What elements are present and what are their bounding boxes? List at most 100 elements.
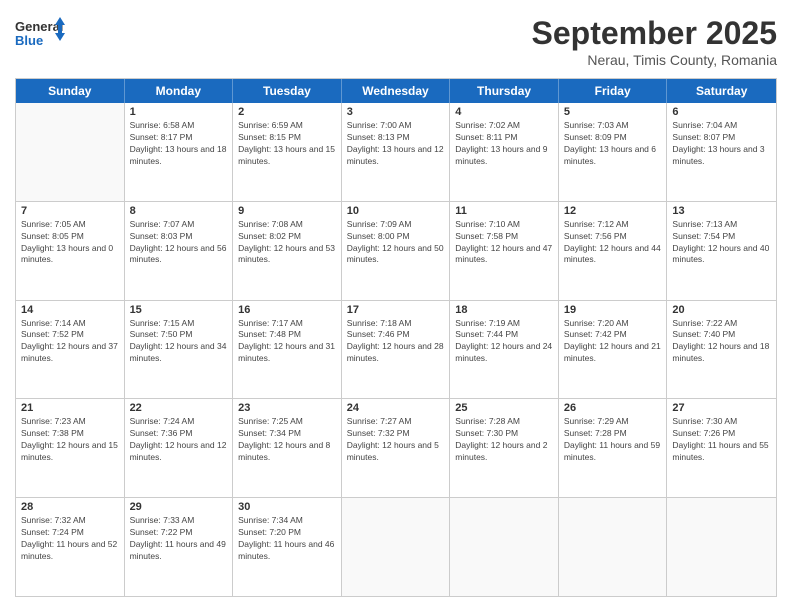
calendar-cell: 14 Sunrise: 7:14 AM Sunset: 7:52 PM Dayl… <box>16 301 125 399</box>
subtitle: Nerau, Timis County, Romania <box>532 52 777 68</box>
day-info: Sunrise: 7:02 AM Sunset: 8:11 PM Dayligh… <box>455 120 553 168</box>
header: General Blue September 2025 Nerau, Timis… <box>15 15 777 68</box>
calendar-cell: 17 Sunrise: 7:18 AM Sunset: 7:46 PM Dayl… <box>342 301 451 399</box>
day-number: 8 <box>130 205 228 217</box>
day-info: Sunrise: 7:20 AM Sunset: 7:42 PM Dayligh… <box>564 318 662 366</box>
day-number: 9 <box>238 205 336 217</box>
calendar-cell: 19 Sunrise: 7:20 AM Sunset: 7:42 PM Dayl… <box>559 301 668 399</box>
calendar-cell: 23 Sunrise: 7:25 AM Sunset: 7:34 PM Dayl… <box>233 399 342 497</box>
calendar-cell: 9 Sunrise: 7:08 AM Sunset: 8:02 PM Dayli… <box>233 202 342 300</box>
day-number: 16 <box>238 304 336 316</box>
day-number: 23 <box>238 402 336 414</box>
day-info: Sunrise: 7:17 AM Sunset: 7:48 PM Dayligh… <box>238 318 336 366</box>
calendar-cell <box>16 103 125 201</box>
calendar-cell: 21 Sunrise: 7:23 AM Sunset: 7:38 PM Dayl… <box>16 399 125 497</box>
title-section: September 2025 Nerau, Timis County, Roma… <box>532 15 777 68</box>
day-info: Sunrise: 7:32 AM Sunset: 7:24 PM Dayligh… <box>21 515 119 563</box>
day-number: 14 <box>21 304 119 316</box>
header-day-wednesday: Wednesday <box>342 79 451 103</box>
day-info: Sunrise: 7:19 AM Sunset: 7:44 PM Dayligh… <box>455 318 553 366</box>
day-info: Sunrise: 7:09 AM Sunset: 8:00 PM Dayligh… <box>347 219 445 267</box>
calendar-cell: 18 Sunrise: 7:19 AM Sunset: 7:44 PM Dayl… <box>450 301 559 399</box>
calendar-cell: 11 Sunrise: 7:10 AM Sunset: 7:58 PM Dayl… <box>450 202 559 300</box>
calendar-header: SundayMondayTuesdayWednesdayThursdayFrid… <box>16 79 776 103</box>
calendar-cell: 20 Sunrise: 7:22 AM Sunset: 7:40 PM Dayl… <box>667 301 776 399</box>
calendar-cell: 13 Sunrise: 7:13 AM Sunset: 7:54 PM Dayl… <box>667 202 776 300</box>
day-number: 1 <box>130 106 228 118</box>
day-number: 5 <box>564 106 662 118</box>
day-number: 30 <box>238 501 336 513</box>
calendar-cell: 28 Sunrise: 7:32 AM Sunset: 7:24 PM Dayl… <box>16 498 125 596</box>
day-info: Sunrise: 7:00 AM Sunset: 8:13 PM Dayligh… <box>347 120 445 168</box>
page: General Blue September 2025 Nerau, Timis… <box>0 0 792 612</box>
header-day-sunday: Sunday <box>16 79 125 103</box>
day-info: Sunrise: 7:30 AM Sunset: 7:26 PM Dayligh… <box>672 416 771 464</box>
calendar-cell <box>559 498 668 596</box>
day-number: 4 <box>455 106 553 118</box>
day-info: Sunrise: 7:27 AM Sunset: 7:32 PM Dayligh… <box>347 416 445 464</box>
calendar-cell: 25 Sunrise: 7:28 AM Sunset: 7:30 PM Dayl… <box>450 399 559 497</box>
calendar-cell <box>342 498 451 596</box>
month-title: September 2025 <box>532 15 777 52</box>
day-number: 13 <box>672 205 771 217</box>
day-number: 26 <box>564 402 662 414</box>
day-info: Sunrise: 7:18 AM Sunset: 7:46 PM Dayligh… <box>347 318 445 366</box>
day-number: 19 <box>564 304 662 316</box>
day-number: 27 <box>672 402 771 414</box>
day-number: 29 <box>130 501 228 513</box>
day-info: Sunrise: 7:22 AM Sunset: 7:40 PM Dayligh… <box>672 318 771 366</box>
day-info: Sunrise: 7:05 AM Sunset: 8:05 PM Dayligh… <box>21 219 119 267</box>
calendar-week-1: 1 Sunrise: 6:58 AM Sunset: 8:17 PM Dayli… <box>16 103 776 202</box>
day-number: 6 <box>672 106 771 118</box>
header-day-friday: Friday <box>559 79 668 103</box>
day-number: 18 <box>455 304 553 316</box>
calendar-cell: 15 Sunrise: 7:15 AM Sunset: 7:50 PM Dayl… <box>125 301 234 399</box>
calendar-cell: 22 Sunrise: 7:24 AM Sunset: 7:36 PM Dayl… <box>125 399 234 497</box>
day-number: 15 <box>130 304 228 316</box>
day-number: 28 <box>21 501 119 513</box>
day-info: Sunrise: 7:23 AM Sunset: 7:38 PM Dayligh… <box>21 416 119 464</box>
calendar-cell <box>450 498 559 596</box>
calendar-cell: 10 Sunrise: 7:09 AM Sunset: 8:00 PM Dayl… <box>342 202 451 300</box>
header-day-thursday: Thursday <box>450 79 559 103</box>
day-info: Sunrise: 7:04 AM Sunset: 8:07 PM Dayligh… <box>672 120 771 168</box>
day-info: Sunrise: 7:13 AM Sunset: 7:54 PM Dayligh… <box>672 219 771 267</box>
day-info: Sunrise: 7:10 AM Sunset: 7:58 PM Dayligh… <box>455 219 553 267</box>
calendar-cell: 30 Sunrise: 7:34 AM Sunset: 7:20 PM Dayl… <box>233 498 342 596</box>
calendar-cell: 1 Sunrise: 6:58 AM Sunset: 8:17 PM Dayli… <box>125 103 234 201</box>
header-day-tuesday: Tuesday <box>233 79 342 103</box>
calendar-cell: 16 Sunrise: 7:17 AM Sunset: 7:48 PM Dayl… <box>233 301 342 399</box>
logo: General Blue <box>15 15 65 55</box>
header-day-saturday: Saturday <box>667 79 776 103</box>
calendar-cell: 27 Sunrise: 7:30 AM Sunset: 7:26 PM Dayl… <box>667 399 776 497</box>
day-number: 12 <box>564 205 662 217</box>
day-info: Sunrise: 7:12 AM Sunset: 7:56 PM Dayligh… <box>564 219 662 267</box>
day-number: 10 <box>347 205 445 217</box>
day-info: Sunrise: 7:28 AM Sunset: 7:30 PM Dayligh… <box>455 416 553 464</box>
calendar-cell: 4 Sunrise: 7:02 AM Sunset: 8:11 PM Dayli… <box>450 103 559 201</box>
svg-text:General: General <box>15 19 63 34</box>
calendar-week-3: 14 Sunrise: 7:14 AM Sunset: 7:52 PM Dayl… <box>16 301 776 400</box>
calendar-cell: 7 Sunrise: 7:05 AM Sunset: 8:05 PM Dayli… <box>16 202 125 300</box>
day-number: 21 <box>21 402 119 414</box>
day-info: Sunrise: 6:59 AM Sunset: 8:15 PM Dayligh… <box>238 120 336 168</box>
day-info: Sunrise: 7:14 AM Sunset: 7:52 PM Dayligh… <box>21 318 119 366</box>
svg-text:Blue: Blue <box>15 33 43 48</box>
day-info: Sunrise: 7:07 AM Sunset: 8:03 PM Dayligh… <box>130 219 228 267</box>
calendar-cell: 12 Sunrise: 7:12 AM Sunset: 7:56 PM Dayl… <box>559 202 668 300</box>
calendar-week-4: 21 Sunrise: 7:23 AM Sunset: 7:38 PM Dayl… <box>16 399 776 498</box>
day-number: 22 <box>130 402 228 414</box>
calendar-cell: 8 Sunrise: 7:07 AM Sunset: 8:03 PM Dayli… <box>125 202 234 300</box>
day-number: 11 <box>455 205 553 217</box>
calendar-week-2: 7 Sunrise: 7:05 AM Sunset: 8:05 PM Dayli… <box>16 202 776 301</box>
calendar-cell <box>667 498 776 596</box>
calendar-cell: 2 Sunrise: 6:59 AM Sunset: 8:15 PM Dayli… <box>233 103 342 201</box>
day-number: 25 <box>455 402 553 414</box>
day-info: Sunrise: 7:25 AM Sunset: 7:34 PM Dayligh… <box>238 416 336 464</box>
day-info: Sunrise: 7:34 AM Sunset: 7:20 PM Dayligh… <box>238 515 336 563</box>
calendar-cell: 6 Sunrise: 7:04 AM Sunset: 8:07 PM Dayli… <box>667 103 776 201</box>
calendar-cell: 5 Sunrise: 7:03 AM Sunset: 8:09 PM Dayli… <box>559 103 668 201</box>
day-info: Sunrise: 7:24 AM Sunset: 7:36 PM Dayligh… <box>130 416 228 464</box>
day-info: Sunrise: 7:29 AM Sunset: 7:28 PM Dayligh… <box>564 416 662 464</box>
calendar-cell: 29 Sunrise: 7:33 AM Sunset: 7:22 PM Dayl… <box>125 498 234 596</box>
